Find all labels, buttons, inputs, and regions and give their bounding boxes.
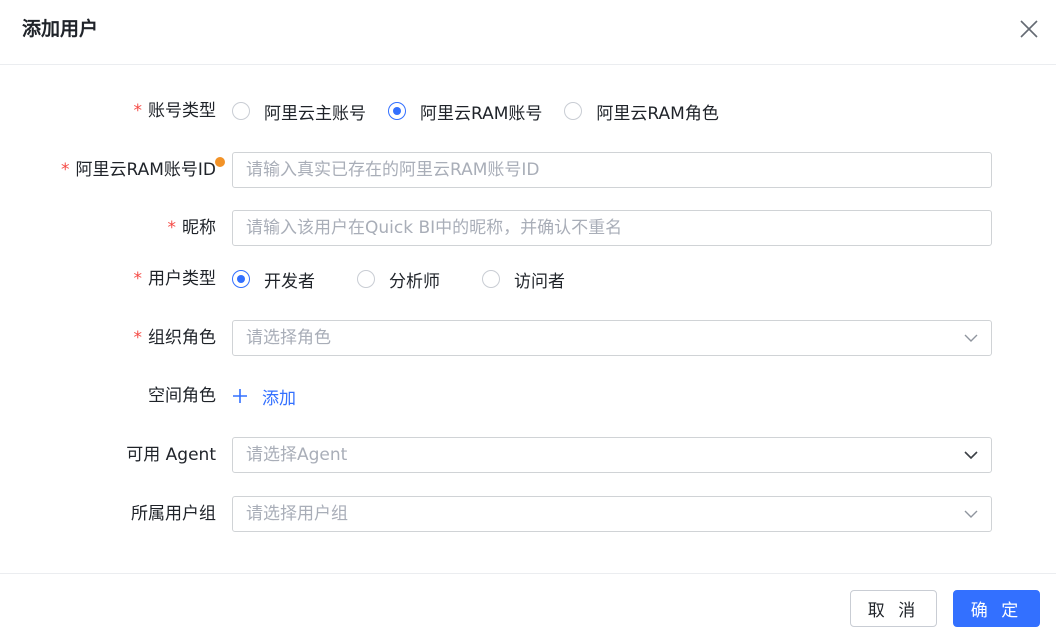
org-role-select[interactable]: 请选择角色 (232, 320, 992, 356)
radio-main-account[interactable]: 阿里云主账号 (232, 99, 366, 124)
dialog-title: 添加用户 (22, 18, 99, 40)
space-role-label: 空间角色 (148, 386, 216, 406)
dialog-footer-divider (0, 573, 1056, 574)
radio-circle[interactable] (482, 270, 500, 288)
required-mark: * (167, 218, 177, 238)
required-mark: * (133, 328, 143, 348)
required-mark: * (60, 160, 70, 180)
org-role-row: * 组织角色 请选择角色 (0, 320, 1056, 356)
agent-row: 可用 Agent 请选择Agent (0, 437, 1056, 473)
user-group-select[interactable]: 请选择用户组 (232, 496, 992, 532)
add-label: 添加 (262, 388, 296, 409)
radio-ram-account[interactable]: 阿里云RAM账号 (388, 99, 542, 124)
radio-label: 分析师 (389, 271, 440, 292)
radio-analyst[interactable]: 分析师 (357, 267, 440, 292)
radio-ram-role[interactable]: 阿里云RAM角色 (564, 99, 719, 124)
required-mark: * (133, 269, 143, 289)
org-role-label: * 组织角色 (133, 328, 217, 348)
user-group-row: 所属用户组 请选择用户组 (0, 496, 1056, 532)
select-placeholder: 请选择用户组 (246, 504, 348, 524)
radio-label: 访问者 (514, 271, 565, 292)
radio-circle[interactable] (564, 102, 583, 120)
nickname-input[interactable] (232, 210, 992, 246)
account-type-row: * 账号类型 阿里云主账号 阿里云RAM账号 阿里云RAM角色 (0, 93, 1056, 129)
radio-label: 阿里云主账号 (264, 103, 366, 124)
ram-id-label: * 阿里云RAM账号ID (60, 160, 216, 180)
select-placeholder: 请选择Agent (246, 445, 348, 465)
cancel-button[interactable]: 取 消 (850, 590, 937, 627)
close-icon[interactable] (1019, 19, 1039, 39)
plus-icon (233, 389, 247, 403)
account-type-radio-group: 阿里云主账号 阿里云RAM账号 阿里云RAM角色 (232, 93, 741, 129)
account-type-label: * 账号类型 (133, 101, 217, 121)
radio-circle-selected[interactable] (232, 270, 250, 288)
select-placeholder: 请选择角色 (246, 328, 331, 348)
radio-circle-selected[interactable] (388, 102, 406, 120)
user-type-label: * 用户类型 (133, 269, 217, 289)
add-space-role-button[interactable]: 添加 (232, 378, 296, 414)
ram-id-row: * 阿里云RAM账号ID (0, 152, 1056, 188)
nickname-row: * 昵称 (0, 210, 1056, 246)
radio-label: 开发者 (264, 271, 315, 292)
required-mark: * (133, 101, 143, 121)
radio-developer[interactable]: 开发者 (232, 267, 315, 292)
dialog-header: 添加用户 (0, 0, 1056, 65)
indicator-dot-icon (215, 157, 225, 167)
ram-id-input[interactable] (232, 152, 992, 188)
user-type-row: * 用户类型 开发者 分析师 访问者 (0, 261, 1056, 297)
space-role-row: 空间角色 添加 (0, 378, 1056, 414)
agent-select[interactable]: 请选择Agent (232, 437, 992, 473)
radio-visitor[interactable]: 访问者 (482, 267, 565, 292)
radio-label: 阿里云RAM角色 (596, 103, 719, 124)
agent-label: 可用 Agent (126, 445, 216, 465)
radio-circle[interactable] (232, 102, 250, 120)
chevron-down-icon (964, 334, 978, 342)
confirm-button[interactable]: 确 定 (953, 590, 1040, 627)
user-type-radio-group: 开发者 分析师 访问者 (232, 261, 587, 297)
radio-circle[interactable] (357, 270, 375, 288)
nickname-label: * 昵称 (167, 218, 217, 238)
user-group-label: 所属用户组 (131, 504, 216, 524)
chevron-down-icon (964, 510, 978, 518)
radio-label: 阿里云RAM账号 (420, 103, 543, 124)
chevron-down-icon (964, 451, 978, 460)
